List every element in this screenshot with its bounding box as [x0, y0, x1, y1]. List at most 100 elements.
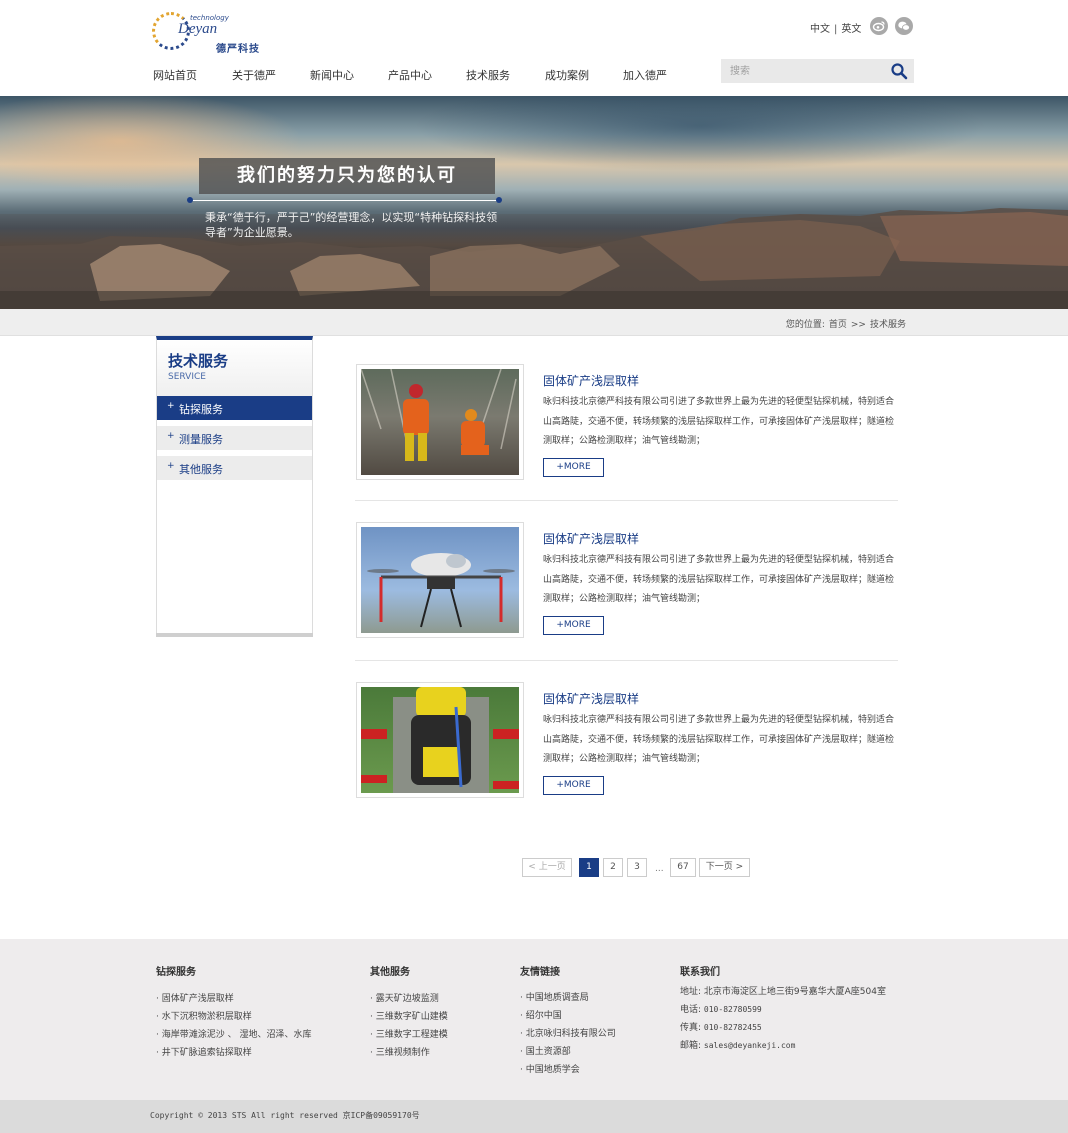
copyright-text: Copyright © 2013 STS All right reserved …	[150, 1111, 420, 1120]
footer-link[interactable]: · 北京咏归科技有限公司	[520, 1026, 616, 1039]
lang-separator: |	[834, 24, 838, 35]
banner-title: 我们的努力只为您的认可	[237, 165, 457, 186]
article-thumbnail[interactable]	[356, 364, 524, 480]
nav-item-home[interactable]: 网站首页	[153, 67, 197, 83]
footer-link[interactable]: · 海岸带滩涂泥沙 、 湿地、沼泽、水库	[156, 1027, 311, 1040]
contact-phone-value: 010-82780599	[703, 1005, 762, 1014]
sidebar-item-label: 测量服务	[179, 433, 223, 446]
sidebar-title: 技术服务	[168, 352, 229, 370]
site-header: technology Deyan 德严科技 中文 | 英文 网站首页 关于德严 新闻…	[0, 0, 1068, 96]
footer-link[interactable]: · 绍尔中国	[520, 1008, 562, 1021]
sidebar-item-label: 其他服务	[179, 463, 223, 476]
more-button[interactable]: +MORE	[543, 458, 604, 477]
page-button-3[interactable]: 3	[627, 858, 647, 877]
footer-link[interactable]: · 固体矿产浅层取样	[156, 991, 234, 1004]
more-button[interactable]: +MORE	[543, 776, 604, 795]
drone-photo	[361, 527, 519, 633]
article-thumbnail[interactable]	[356, 682, 524, 798]
sidebar-item-survey[interactable]: + 测量服务	[157, 426, 312, 450]
sidebar-subtitle: SERVICE	[168, 372, 206, 382]
article-summary: 咏归科技北京德严科技有限公司引进了多款世界上最为先进的轻便型钻探机械，特别适合山…	[543, 555, 895, 604]
sidebar-item-drilling[interactable]: + 钻探服务	[157, 396, 312, 420]
sidebar-item-label: 钻探服务	[179, 403, 223, 416]
footer-link[interactable]: · 中国地质调查局	[520, 990, 589, 1003]
plus-icon: +	[167, 461, 175, 471]
banner-divider	[190, 200, 500, 201]
contact-fax-value: 010-82782455	[703, 1023, 762, 1032]
breadcrumb-home[interactable]: 首页	[829, 320, 847, 330]
plus-icon: +	[167, 431, 175, 441]
breadcrumb: 您的位置: 首页 >> 技术服务	[782, 317, 906, 330]
article-summary: 咏归科技北京德严科技有限公司引进了多款世界上最为先进的轻便型钻探机械，特别适合山…	[543, 397, 895, 446]
footer-link[interactable]: · 国土资源部	[520, 1044, 571, 1057]
more-button[interactable]: +MORE	[543, 616, 604, 635]
article-item: 固体矿产浅层取样 咏归科技北京德严科技有限公司引进了多款世界上最为先进的轻便型钻…	[355, 682, 899, 817]
sidebar-item-other[interactable]: + 其他服务	[157, 456, 312, 480]
contact-fax: 传真: 010-82782455	[680, 1020, 762, 1033]
article-thumbnail[interactable]	[356, 522, 524, 638]
nav-item-news[interactable]: 新闻中心	[310, 67, 354, 83]
article-item: 固体矿产浅层取样 咏归科技北京德严科技有限公司引进了多款世界上最为先进的轻便型钻…	[355, 522, 899, 657]
banner-dot-right	[496, 197, 502, 203]
footer-link[interactable]: · 三维数字工程建模	[370, 1027, 448, 1040]
prev-page-button[interactable]: < 上一页	[522, 858, 572, 877]
contact-email-value[interactable]: sales@deyankeji.com	[704, 1041, 796, 1050]
sidebar-header: 技术服务 SERVICE	[157, 340, 312, 396]
page-button-last[interactable]: 67	[670, 858, 696, 877]
article-title[interactable]: 固体矿产浅层取样	[543, 690, 639, 707]
breadcrumb-prefix: 您的位置:	[785, 320, 825, 330]
page-button-1[interactable]: 1	[579, 858, 599, 877]
sidebar: 技术服务 SERVICE + 钻探服务 + 测量服务 + 其他服务	[156, 336, 313, 637]
logo[interactable]: technology Deyan 德严科技	[152, 10, 264, 55]
footer-col-title: 友情链接	[520, 967, 560, 978]
footer-link[interactable]: · 三维数字矿山建模	[370, 1009, 448, 1022]
nav-item-join[interactable]: 加入德严	[623, 67, 667, 83]
workers-photo	[361, 369, 519, 475]
article-summary: 咏归科技北京德严科技有限公司引进了多款世界上最为先进的轻便型钻探机械，特别适合山…	[543, 715, 895, 764]
footer-link[interactable]: · 井下矿脉追索钻探取样	[156, 1045, 252, 1058]
page-button-2[interactable]: 2	[603, 858, 623, 877]
article-title[interactable]: 固体矿产浅层取样	[543, 372, 639, 389]
contact-phone-label: 电话:	[680, 1005, 702, 1015]
article-item: 固体矿产浅层取样 咏归科技北京德严科技有限公司引进了多款世界上最为先进的轻便型钻…	[355, 364, 899, 499]
nav-item-products[interactable]: 产品中心	[388, 67, 432, 83]
banner-landscape	[0, 208, 1068, 309]
footer-col-title: 其他服务	[370, 967, 410, 978]
footer-col-title: 钻探服务	[156, 967, 196, 978]
contact-address: 地址: 北京市海淀区上地三街9号嘉华大厦A座504室	[680, 987, 886, 997]
nav-item-about[interactable]: 关于德严	[232, 67, 276, 83]
footer-link[interactable]: · 三维视频制作	[370, 1045, 430, 1058]
weibo-icon[interactable]	[870, 17, 888, 35]
contact-fax-label: 传真:	[680, 1023, 702, 1033]
search-input[interactable]	[721, 59, 886, 83]
footer-col-title: 联系我们	[680, 967, 720, 978]
footer-link[interactable]: · 中国地质学会	[520, 1062, 580, 1075]
contact-email: 邮箱: sales@deyankeji.com	[680, 1038, 795, 1051]
article-divider	[355, 660, 898, 661]
lang-cn-link[interactable]: 中文	[810, 20, 830, 35]
search-icon[interactable]	[890, 62, 908, 80]
plus-icon: +	[167, 401, 175, 411]
breadcrumb-separator: >>	[850, 320, 866, 330]
nav-item-cases[interactable]: 成功案例	[545, 67, 589, 83]
article-title[interactable]: 固体矿产浅层取样	[543, 530, 639, 547]
footer-link[interactable]: · 水下沉积物淤积层取样	[156, 1009, 252, 1022]
pagination-ellipsis: ...	[655, 864, 664, 874]
logo-text: Deyan	[178, 21, 218, 37]
lang-en-link[interactable]: 英文	[841, 20, 861, 35]
breadcrumb-current[interactable]: 技术服务	[870, 320, 906, 330]
banner-title-box: 我们的努力只为您的认可	[199, 158, 495, 194]
banner-dot-left	[187, 197, 193, 203]
language-switch: 中文 | 英文	[810, 20, 861, 35]
contact-phone: 电话: 010-82780599	[680, 1002, 762, 1015]
logo-cn: 德严科技	[216, 44, 260, 55]
copyright-bar: Copyright © 2013 STS All right reserved …	[0, 1100, 1068, 1133]
breadcrumb-bar: 您的位置: 首页 >> 技术服务	[0, 309, 1068, 336]
banner-subtitle: 秉承“德于行，严于己”的经营理念，以实现“特种钻探科技领导者”为企业愿景。	[205, 211, 498, 239]
next-page-button[interactable]: 下一页 >	[699, 858, 750, 877]
backpack-photo	[361, 687, 519, 793]
footer-link[interactable]: · 露天矿边坡监测	[370, 991, 439, 1004]
wechat-icon[interactable]	[895, 17, 913, 35]
nav-item-tech-service[interactable]: 技术服务	[466, 67, 510, 83]
hero-banner: 我们的努力只为您的认可 秉承“德于行，严于己”的经营理念，以实现“特种钻探科技领…	[0, 96, 1068, 309]
